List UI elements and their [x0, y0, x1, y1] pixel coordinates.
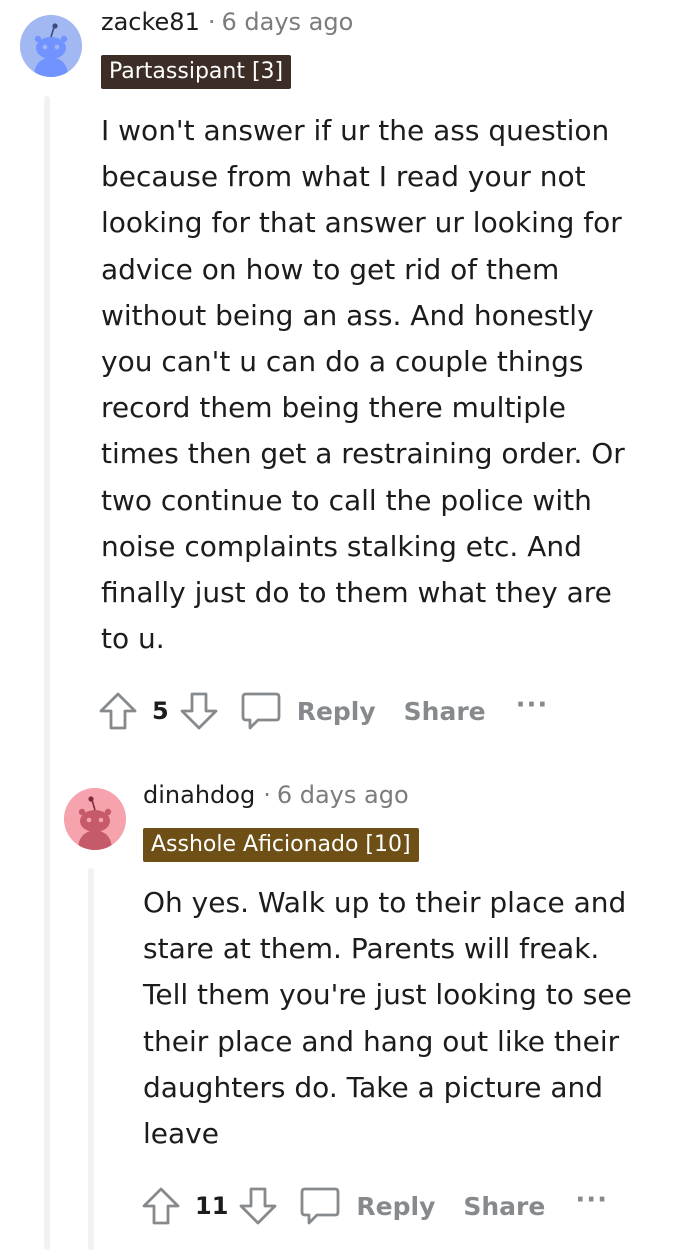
timestamp[interactable]: 6 days ago	[277, 781, 409, 809]
more-options-icon[interactable]: ···	[516, 692, 549, 718]
comment-actions: 5 Reply Share ···	[96, 689, 548, 733]
avatar[interactable]	[64, 788, 126, 850]
comment-bubble-icon	[298, 1184, 342, 1228]
thread-line-nested[interactable]	[88, 868, 94, 1250]
share-button[interactable]: Share	[463, 1192, 545, 1221]
separator-dot: ·	[263, 781, 271, 809]
comment-body: I won't answer if ur the ass question be…	[101, 114, 625, 656]
separator-dot: ·	[207, 8, 216, 36]
upvote-icon[interactable]	[139, 1184, 183, 1228]
reply-button[interactable]: Reply	[298, 1184, 435, 1228]
upvote-icon[interactable]	[96, 689, 140, 733]
comment-bubble-icon	[239, 689, 283, 733]
username[interactable]: zacke81	[101, 8, 200, 36]
reply-label: Reply	[356, 1191, 436, 1221]
user-flair: Asshole Aficionado [10]	[143, 828, 419, 862]
snoo-avatar-icon	[64, 788, 126, 850]
downvote-icon[interactable]	[177, 689, 221, 733]
snoo-avatar-icon	[20, 15, 82, 77]
comment-header: dinahdog · 6 days ago	[143, 781, 409, 809]
comment-body: Oh yes. Walk up to their place and stare…	[143, 886, 632, 1151]
more-options-icon[interactable]: ···	[575, 1187, 608, 1213]
thread-line[interactable]	[44, 96, 50, 1250]
reply-label: Reply	[296, 696, 376, 726]
comment-header: zacke81 · 6 days ago	[101, 8, 353, 36]
avatar[interactable]	[20, 15, 82, 77]
share-button[interactable]: Share	[404, 697, 486, 726]
timestamp[interactable]: 6 days ago	[222, 8, 354, 36]
downvote-icon[interactable]	[236, 1184, 280, 1228]
comment-actions: 11 Reply Share ···	[139, 1184, 608, 1228]
vote-count: 5	[152, 697, 169, 725]
vote-count: 11	[195, 1192, 229, 1220]
reply-button[interactable]: Reply	[239, 689, 376, 733]
username[interactable]: dinahdog	[143, 781, 255, 809]
user-flair: Partassipant [3]	[101, 55, 292, 89]
